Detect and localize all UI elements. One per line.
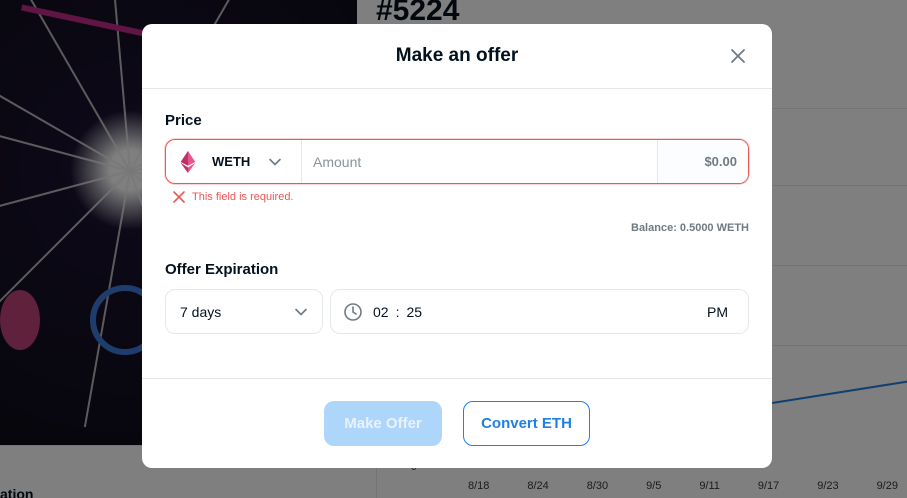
duration-value: 7 days: [180, 303, 222, 320]
currency-select[interactable]: WETH: [166, 140, 302, 183]
usd-value: $0.00: [657, 140, 748, 183]
clock-icon: [344, 302, 362, 321]
time-period[interactable]: PM: [707, 304, 728, 320]
price-label: Price: [165, 112, 202, 129]
modal-title: Make an offer: [395, 45, 519, 66]
time-input[interactable]: 02 : 25 PM: [330, 289, 749, 334]
make-offer-button[interactable]: Make Offer: [324, 401, 442, 446]
modal-header: Make an offer: [142, 24, 772, 89]
duration-select[interactable]: 7 days: [165, 289, 323, 334]
convert-eth-button[interactable]: Convert ETH: [463, 401, 590, 446]
amount-input[interactable]: [302, 140, 657, 183]
error-message: This field is required.: [172, 190, 294, 204]
balance-text: Balance: 0.5000 WETH: [631, 222, 749, 234]
time-separator: :: [395, 303, 400, 320]
error-text: This field is required.: [192, 191, 294, 203]
price-input-group: WETH $0.00: [165, 139, 749, 184]
make-offer-modal: Make an offer Price WETH $0.00: [142, 24, 772, 468]
chevron-down-icon: [295, 308, 307, 315]
currency-label: WETH: [212, 154, 251, 169]
close-icon[interactable]: [728, 46, 748, 66]
time-hour[interactable]: 02: [373, 304, 389, 320]
chevron-down-icon: [269, 158, 281, 165]
modal-footer: Make Offer Convert ETH: [142, 378, 772, 468]
time-minute[interactable]: 25: [406, 304, 422, 320]
error-x-icon: [173, 191, 185, 203]
eth-icon: [180, 150, 196, 173]
expiration-label: Offer Expiration: [165, 261, 279, 278]
